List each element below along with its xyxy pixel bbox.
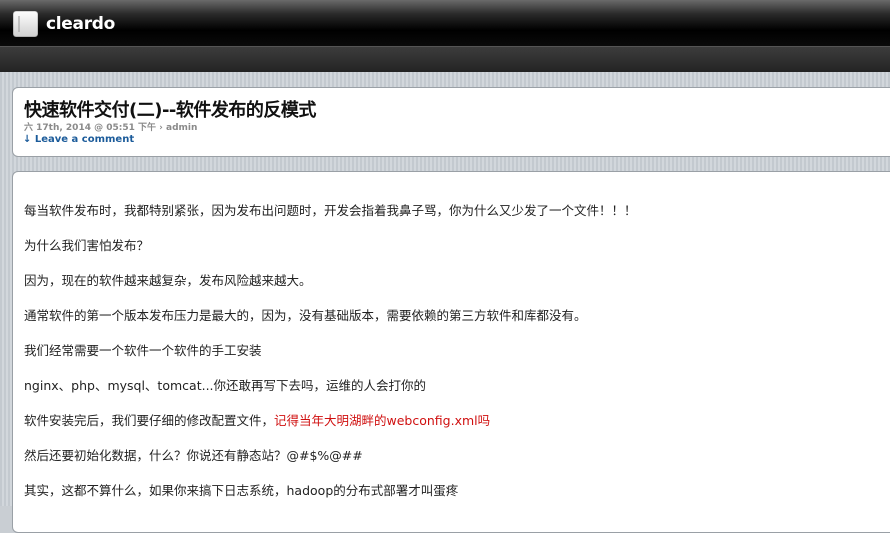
site-name[interactable]: cleardo — [46, 14, 115, 34]
post-header-card: 快速软件交付(二)--软件发布的反模式 六 17th, 2014 @ 05:51… — [12, 87, 890, 157]
post-content-card: 每当软件发布时，我都特别紧张，因为发布出问题时，开发会指着我鼻子骂，你为什么又少… — [12, 171, 890, 533]
paragraph: 通常软件的第一个版本发布压力是最大的，因为，没有基础版本，需要依赖的第三方软件和… — [24, 308, 587, 323]
paragraph-with-highlight: 软件安装完后，我们要仔细的修改配置文件，记得当年大明湖畔的webconfig.x… — [24, 410, 490, 429]
post-title[interactable]: 快速软件交付(二)--软件发布的反模式 — [24, 96, 316, 122]
highlight-text: 记得当年大明湖畔的webconfig.xml吗 — [274, 413, 491, 428]
site-logo-icon[interactable] — [13, 11, 38, 37]
site-header: cleardo — [0, 0, 890, 46]
post-meta: 六 17th, 2014 @ 05:51 下午 › admin — [24, 123, 198, 133]
paragraph-text: 软件安装完后，我们要仔细的修改配置文件， — [24, 413, 275, 428]
paragraph: 我们经常需要一个软件一个软件的手工安装 — [24, 343, 262, 358]
paragraph: 因为，现在的软件越来越复杂，发布风险越来越大。 — [24, 273, 312, 288]
paragraph: 然后还要初始化数据，什么？你说还有静态站？@#$%@## — [24, 448, 363, 463]
paragraph: 每当软件发布时，我都特别紧张，因为发布出问题时，开发会指着我鼻子骂，你为什么又少… — [24, 203, 637, 218]
paragraph: nginx、php、mysql、tomcat...你还敢再写下去吗，运维的人会打… — [24, 378, 427, 393]
nav-bar — [0, 46, 890, 73]
paragraph: 其实，这都不算什么，如果你来搞下日志系统，hadoop的分布式部署才叫蛋疼 — [24, 483, 459, 498]
paragraph: 为什么我们害怕发布？ — [24, 238, 150, 253]
leave-comment-link[interactable]: ↓ Leave a comment — [23, 134, 134, 145]
